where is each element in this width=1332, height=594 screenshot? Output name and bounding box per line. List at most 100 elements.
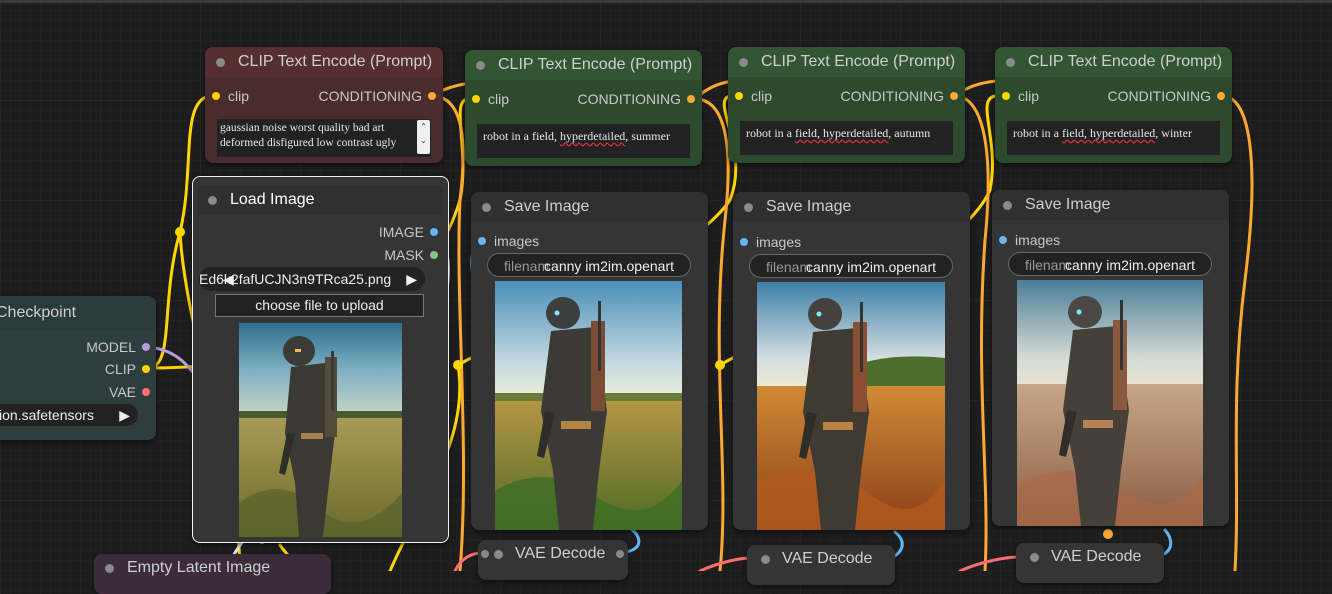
vae-decode-node-3[interactable]: VAE Decode bbox=[1016, 543, 1164, 583]
vae-decode-node-2[interactable]: VAE Decode bbox=[747, 545, 895, 585]
collapse-dot-icon[interactable] bbox=[476, 60, 485, 70]
vae-wire-3 bbox=[958, 555, 1022, 571]
ckpt-name-combo[interactable]: sion.safetensors ▶ bbox=[0, 404, 138, 426]
collapse-dot-icon[interactable] bbox=[761, 554, 770, 564]
collapse-dot-icon[interactable] bbox=[1006, 57, 1015, 67]
conditioning-socket[interactable] bbox=[1217, 92, 1225, 100]
checkpoint-title-bar[interactable]: Checkpoint bbox=[0, 296, 156, 330]
images-input-socket[interactable] bbox=[999, 236, 1007, 244]
clip-input[interactable]: clip bbox=[472, 90, 509, 108]
clip-input-socket[interactable] bbox=[1002, 92, 1010, 100]
filename-prefix-field[interactable]: filenam canny im2im.openart bbox=[749, 254, 953, 278]
positive-prompt-node-winter[interactable]: CLIP Text Encode (Prompt) clip CONDITION… bbox=[995, 47, 1232, 163]
arrow-right-icon[interactable]: ▶ bbox=[406, 271, 417, 288]
collapse-dot-icon[interactable] bbox=[216, 57, 225, 67]
reroute-dot-1 bbox=[175, 227, 185, 237]
vae-wire-2 bbox=[698, 556, 753, 571]
vae-decode-node-1[interactable]: VAE Decode bbox=[478, 540, 628, 580]
conditioning-socket[interactable] bbox=[687, 95, 695, 103]
positive-prompt-textarea[interactable]: robot in a field, hyperdetailed, summer bbox=[477, 124, 690, 158]
empty-latent-node[interactable]: Empty Latent Image bbox=[94, 554, 331, 594]
collapse-dot-icon[interactable] bbox=[1030, 552, 1039, 562]
save-image-node-2[interactable]: Save Image images filenam canny im2im.op… bbox=[733, 192, 970, 530]
collapse-dot-icon[interactable] bbox=[208, 195, 217, 205]
images-input-socket[interactable] bbox=[478, 237, 486, 245]
checkpoint-node[interactable]: Checkpoint MODEL CLIP VAE sion.safetenso… bbox=[0, 296, 156, 440]
mask-output[interactable]: MASK bbox=[384, 246, 438, 264]
vae-decode-output-socket[interactable] bbox=[616, 550, 624, 558]
robot-image bbox=[239, 323, 402, 537]
textarea-scrollbar[interactable]: ⌃ ⌄ bbox=[417, 120, 430, 154]
positive-prompt-node-summer[interactable]: CLIP Text Encode (Prompt) clip CONDITION… bbox=[465, 50, 702, 166]
load-image-node[interactable]: Load Image IMAGE MASK ◀ Ed6k2fafUCJN3n9T… bbox=[192, 176, 449, 543]
save-image-node-1[interactable]: Save Image images filenam canny im2im.op… bbox=[471, 192, 708, 530]
negative-prompt-node[interactable]: CLIP Text Encode (Prompt) clip CONDITION… bbox=[205, 47, 443, 163]
ckpt-name-value: sion.safetensors bbox=[0, 407, 94, 423]
images-input[interactable]: images bbox=[478, 232, 539, 250]
collapse-dot-icon[interactable] bbox=[744, 202, 753, 212]
arrow-right-icon[interactable]: ▶ bbox=[119, 407, 130, 424]
robot-winter-image bbox=[1017, 280, 1203, 526]
filename-prefix-label: filenam bbox=[1025, 257, 1071, 273]
negative-prompt-textarea[interactable]: gaussian noise worst quality bad art def… bbox=[217, 119, 431, 157]
image-output[interactable]: IMAGE bbox=[379, 223, 438, 241]
collapse-dot-icon[interactable] bbox=[739, 57, 748, 67]
positive-prompt-textarea[interactable]: robot in a field, hyperdetailed, autumn bbox=[740, 121, 953, 155]
clip-input[interactable]: clip bbox=[1002, 87, 1039, 105]
save-image-title-bar[interactable]: Save Image bbox=[471, 192, 708, 222]
prompt-text-spellcheck: field, hyperdetailed bbox=[1062, 126, 1156, 140]
images-input[interactable]: images bbox=[999, 231, 1060, 249]
images-input-socket[interactable] bbox=[740, 238, 748, 246]
positive-prompt-title-bar[interactable]: CLIP Text Encode (Prompt) bbox=[465, 50, 702, 80]
image-file-combo[interactable]: ◀ Ed6k2fafUCJN3n9TRca25.png ▶ bbox=[199, 267, 425, 291]
conditioning-output[interactable]: CONDITIONING bbox=[841, 87, 958, 105]
clip-input-socket[interactable] bbox=[472, 95, 480, 103]
clip-input[interactable]: clip bbox=[735, 87, 772, 105]
save-image-title-bar[interactable]: Save Image bbox=[733, 192, 970, 222]
vae-output[interactable]: VAE bbox=[109, 383, 150, 401]
conditioning-socket[interactable] bbox=[428, 92, 436, 100]
clip-input-socket[interactable] bbox=[212, 92, 220, 100]
empty-latent-title-bar[interactable]: Empty Latent Image bbox=[94, 554, 331, 582]
filename-prefix-value: canny im2im.openart bbox=[544, 258, 674, 274]
clip-input-label: clip bbox=[1018, 88, 1040, 104]
conditioning-socket[interactable] bbox=[950, 92, 958, 100]
collapse-dot-icon[interactable] bbox=[105, 563, 114, 573]
load-image-title-bar[interactable]: Load Image bbox=[198, 185, 443, 215]
positive-prompt-title: CLIP Text Encode (Prompt) bbox=[1028, 53, 1223, 70]
conditioning-output[interactable]: CONDITIONING bbox=[1108, 87, 1225, 105]
mask-socket[interactable] bbox=[430, 251, 438, 259]
clip-input-label: clip bbox=[488, 91, 510, 107]
vae-decode-title-bar[interactable]: VAE Decode bbox=[1016, 543, 1164, 571]
model-socket[interactable] bbox=[142, 343, 150, 351]
save-image-title-bar[interactable]: Save Image bbox=[992, 190, 1229, 220]
positive-prompt-title-bar[interactable]: CLIP Text Encode (Prompt) bbox=[728, 47, 965, 77]
vae-decode-input-socket[interactable] bbox=[481, 550, 489, 558]
clip-socket[interactable] bbox=[142, 365, 150, 373]
conditioning-output[interactable]: CONDITIONING bbox=[578, 90, 695, 108]
vae-socket[interactable] bbox=[142, 388, 150, 396]
positive-prompt-textarea[interactable]: robot in a field, hyperdetailed, winter bbox=[1007, 121, 1220, 155]
scroll-up-icon[interactable]: ⌃ bbox=[417, 120, 430, 134]
collapse-dot-icon[interactable] bbox=[494, 549, 503, 559]
vae-decode-title-bar[interactable]: VAE Decode bbox=[478, 540, 628, 568]
model-output[interactable]: MODEL bbox=[86, 338, 150, 356]
images-input[interactable]: images bbox=[740, 233, 801, 251]
clip-output[interactable]: CLIP bbox=[105, 360, 150, 378]
scroll-down-icon[interactable]: ⌄ bbox=[417, 134, 430, 148]
clip-input-socket[interactable] bbox=[735, 92, 743, 100]
positive-prompt-node-autumn[interactable]: CLIP Text Encode (Prompt) clip CONDITION… bbox=[728, 47, 965, 163]
collapse-dot-icon[interactable] bbox=[1003, 200, 1012, 210]
collapse-dot-icon[interactable] bbox=[482, 202, 491, 212]
filename-prefix-field[interactable]: filenam canny im2im.openart bbox=[487, 253, 691, 277]
conditioning-output-label: CONDITIONING bbox=[1107, 88, 1211, 104]
filename-prefix-field[interactable]: filenam canny im2im.openart bbox=[1008, 252, 1212, 276]
vae-decode-title-bar[interactable]: VAE Decode bbox=[747, 545, 895, 573]
save-image-node-3[interactable]: Save Image images filenam canny im2im.op… bbox=[992, 190, 1229, 526]
image-socket[interactable] bbox=[430, 228, 438, 236]
upload-button[interactable]: choose file to upload bbox=[215, 294, 424, 317]
clip-input[interactable]: clip bbox=[212, 87, 249, 105]
positive-prompt-title-bar[interactable]: CLIP Text Encode (Prompt) bbox=[995, 47, 1232, 77]
conditioning-output[interactable]: CONDITIONING bbox=[319, 87, 436, 105]
negative-prompt-title-bar[interactable]: CLIP Text Encode (Prompt) bbox=[205, 47, 443, 77]
